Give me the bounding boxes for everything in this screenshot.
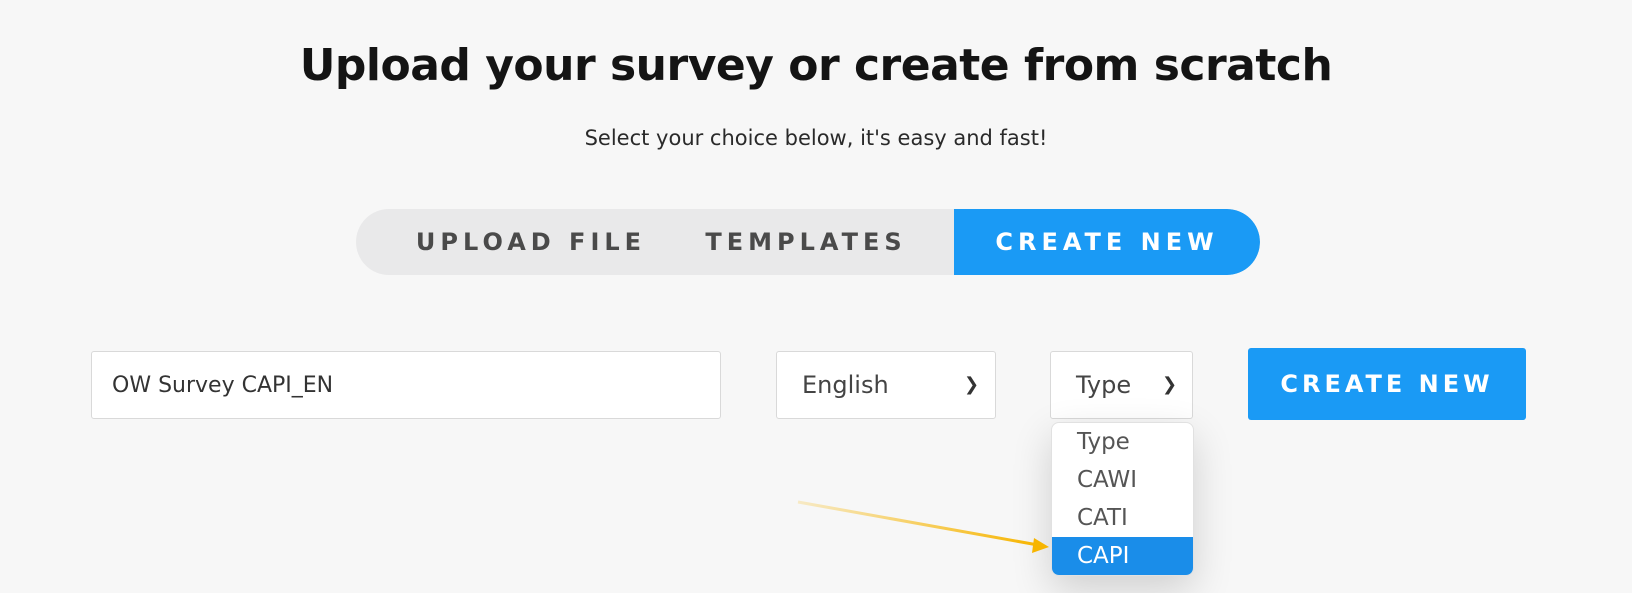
- type-option-cati[interactable]: CATI: [1052, 499, 1193, 537]
- type-select-value: Type: [1076, 371, 1132, 399]
- tab-templates[interactable]: TEMPLATES: [656, 209, 956, 275]
- language-select[interactable]: English ❯: [776, 351, 996, 419]
- tab-upload-file[interactable]: UPLOAD FILE: [356, 209, 676, 275]
- survey-name-input[interactable]: [91, 351, 721, 419]
- type-select[interactable]: Type ❯: [1050, 351, 1193, 419]
- create-new-button[interactable]: CREATE NEW: [1248, 348, 1526, 420]
- page-title: Upload your survey or create from scratc…: [299, 40, 1333, 91]
- type-dropdown-menu: Type CAWI CATI CAPI: [1051, 422, 1194, 576]
- language-select-value: English: [802, 371, 889, 399]
- type-option-cawi[interactable]: CAWI: [1052, 461, 1193, 499]
- type-option-capi[interactable]: CAPI: [1052, 537, 1193, 575]
- chevron-down-icon: ❯: [964, 374, 980, 395]
- chevron-down-icon: ❯: [1162, 374, 1178, 395]
- mode-tabs: UPLOAD FILE TEMPLATES CREATE NEW: [356, 209, 1260, 275]
- page-subtitle: Select your choice below, it's easy and …: [584, 126, 1048, 150]
- type-option-type[interactable]: Type: [1052, 423, 1193, 461]
- tab-create-new[interactable]: CREATE NEW: [954, 209, 1260, 275]
